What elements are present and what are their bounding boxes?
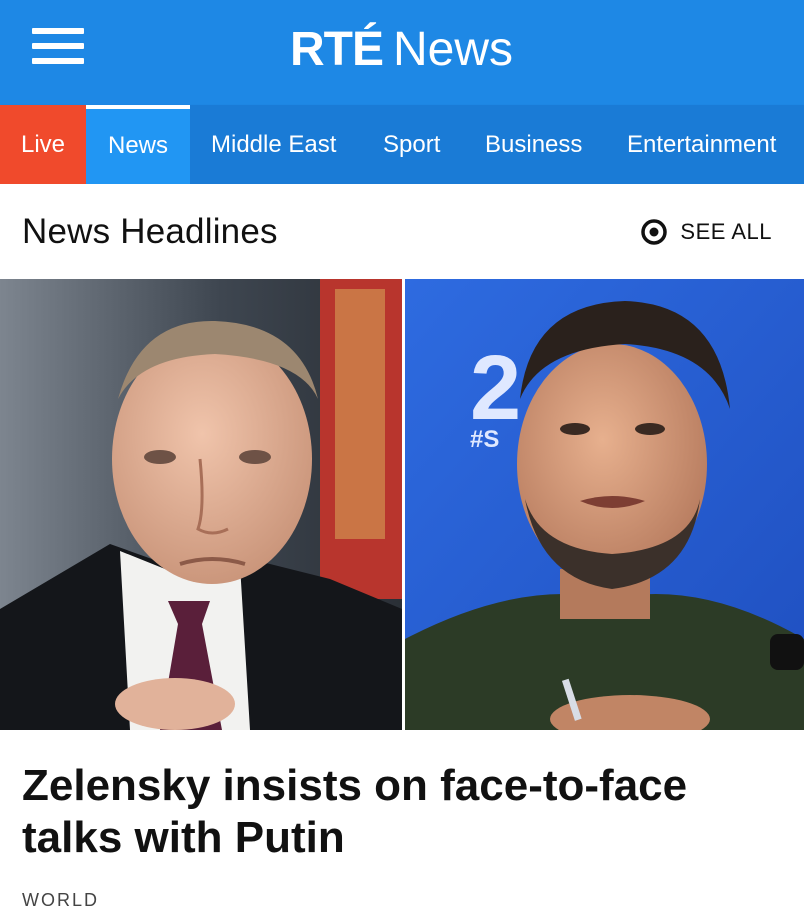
hero-photo: 2 #S: [0, 279, 804, 730]
tab-sport[interactable]: Sport: [383, 105, 440, 184]
see-all-label: SEE ALL: [680, 219, 772, 244]
svg-text:2: 2: [470, 337, 521, 439]
article-category[interactable]: WORLD: [22, 890, 99, 911]
tab-live[interactable]: Live: [0, 105, 86, 184]
svg-text:#S: #S: [470, 426, 499, 453]
tab-business[interactable]: Business: [485, 105, 582, 184]
hamburger-menu-icon[interactable]: [28, 22, 88, 70]
section-nav: Live News Middle East Sport Business Ent…: [0, 105, 804, 184]
logo-brand: RTÉ: [290, 23, 384, 76]
app-bar: RTÉ News: [0, 0, 804, 105]
tab-entertainment[interactable]: Entertainment: [627, 105, 776, 184]
rte-news-logo[interactable]: RTÉ News: [290, 20, 513, 80]
see-all-button[interactable]: SEE ALL: [640, 216, 772, 248]
section-header: News Headlines SEE ALL: [0, 184, 804, 278]
section-title: News Headlines: [22, 212, 278, 251]
eye-icon: [641, 219, 668, 245]
logo-product: News: [393, 23, 514, 76]
article-hero-image[interactable]: 2 #S: [0, 279, 804, 730]
article-headline[interactable]: Zelensky insists on face-to-face talks w…: [22, 760, 782, 864]
tab-middle-east[interactable]: Middle East: [211, 105, 336, 184]
tab-news[interactable]: News: [86, 105, 190, 184]
